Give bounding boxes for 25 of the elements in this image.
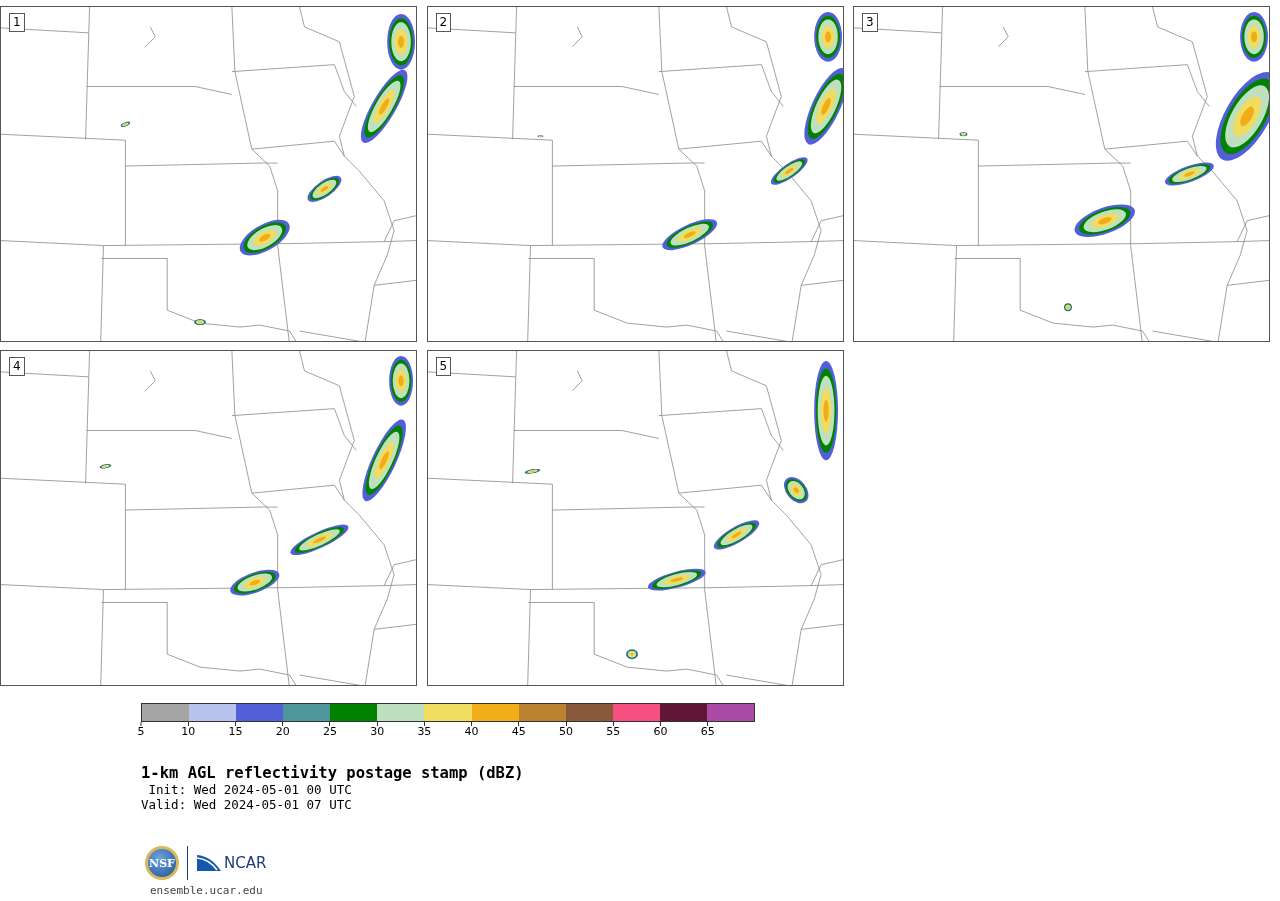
ncar-logo-text: NCAR — [224, 854, 267, 872]
tick-label: 50 — [559, 726, 574, 738]
panel-number: 5 — [435, 357, 452, 376]
panel-number: 4 — [9, 357, 25, 376]
tick-label: 15 — [228, 726, 243, 738]
swoosh-icon — [196, 853, 222, 873]
tick-label: 20 — [275, 726, 290, 738]
init-time: Init: Wed 2024-05-01 00 UTC — [147, 782, 353, 797]
panel-number: 3 — [862, 13, 878, 32]
site-link[interactable]: ensemble.ucar.edu — [150, 884, 1280, 897]
tick-label: 25 — [322, 726, 337, 738]
chart-title: 1-km AGL reflectivity postage stamp (dBZ) — [141, 764, 525, 782]
panel-number: 1 — [9, 13, 25, 32]
valid-time: Valid: Wed 2024-05-01 07 UTC — [141, 797, 353, 812]
tick-label: 30 — [370, 726, 385, 738]
tick-label: 35 — [417, 726, 432, 738]
tick-label: 45 — [511, 726, 526, 738]
tick-label: 60 — [653, 726, 668, 738]
tick-label: 5 — [137, 726, 145, 738]
tick-label: 55 — [606, 726, 621, 738]
tick-label: 10 — [181, 726, 196, 738]
tick-label: 40 — [464, 726, 479, 738]
tick-label: 65 — [700, 726, 715, 738]
panel-number: 2 — [435, 13, 452, 32]
nsf-logo: NSF — [145, 846, 179, 880]
